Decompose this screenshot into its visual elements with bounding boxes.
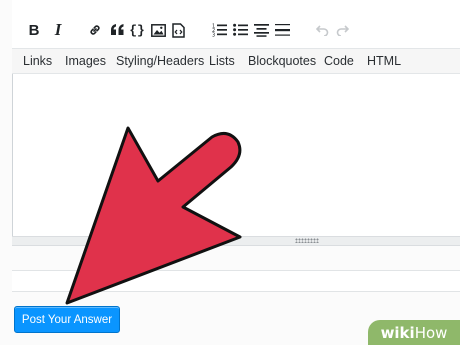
help-tab-html[interactable]: HTML <box>367 54 401 68</box>
editor-toolbar: B I {} 1 2 3 <box>12 0 460 48</box>
answer-textarea[interactable] <box>13 74 459 237</box>
help-tab-code[interactable]: Code <box>324 54 354 68</box>
post-answer-button[interactable]: Post Your Answer <box>14 306 120 333</box>
code-button[interactable]: {} <box>129 19 145 41</box>
wikihow-watermark: wiki How <box>368 320 460 345</box>
image-button[interactable] <box>149 19 167 41</box>
quote-icon <box>110 24 123 35</box>
grip-dots-icon <box>295 238 319 243</box>
svg-text:3: 3 <box>212 33 215 38</box>
link-icon <box>90 25 100 35</box>
help-tab-links[interactable]: Links <box>23 54 52 68</box>
horizontal-rule-icon <box>274 24 290 36</box>
help-tab-blockquotes[interactable]: Blockquotes <box>248 54 316 68</box>
watermark-brand-how: How <box>414 323 448 342</box>
italic-icon: I <box>54 20 62 39</box>
bold-icon: B <box>28 21 40 39</box>
screenshot-stage: B I {} 1 2 3 Links Images Styling/Header… <box>0 0 460 345</box>
ordered-list-button[interactable]: 1 2 3 <box>210 19 228 41</box>
ordered-list-icon: 1 2 3 <box>212 24 227 38</box>
horizontal-rule-button[interactable] <box>273 19 291 41</box>
snippet-button[interactable] <box>169 19 187 41</box>
heading-icon <box>253 24 269 37</box>
preview-area <box>12 270 460 292</box>
image-icon <box>150 23 166 37</box>
code-icon: {} <box>129 22 145 38</box>
undo-button[interactable] <box>314 19 330 41</box>
unordered-list-icon <box>232 23 248 36</box>
blockquote-button[interactable] <box>108 19 126 41</box>
unordered-list-button[interactable] <box>231 19 249 41</box>
link-button[interactable] <box>86 19 104 41</box>
redo-icon <box>336 25 349 36</box>
redo-button[interactable] <box>334 19 350 41</box>
undo-icon <box>315 25 328 36</box>
italic-button[interactable]: I <box>50 19 66 41</box>
help-tab-lists[interactable]: Lists <box>209 54 235 68</box>
heading-button[interactable] <box>252 19 270 41</box>
resize-grip[interactable] <box>12 236 460 246</box>
help-tab-images[interactable]: Images <box>65 54 106 68</box>
watermark-brand: wiki <box>380 323 415 342</box>
snippet-icon <box>171 22 185 38</box>
help-tab-styling-headers[interactable]: Styling/Headers <box>116 54 204 68</box>
bold-button[interactable]: B <box>26 19 42 41</box>
markdown-help-bar: Links Images Styling/Headers Lists Block… <box>12 48 460 74</box>
